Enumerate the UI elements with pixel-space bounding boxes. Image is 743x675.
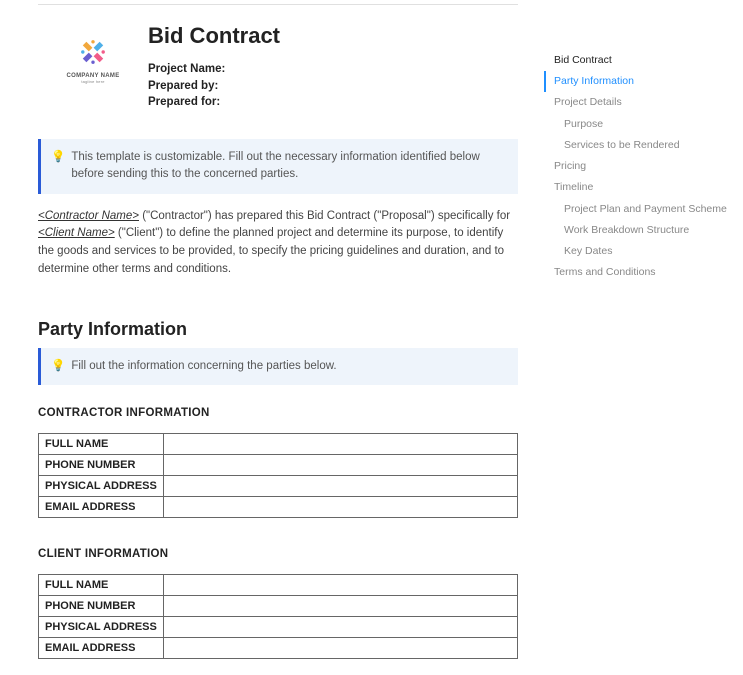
nav-party-information[interactable]: Party Information — [544, 71, 730, 92]
table-row: PHYSICAL ADDRESS — [39, 617, 518, 638]
lightbulb-icon: 💡 — [51, 149, 65, 184]
row-label: PHYSICAL ADDRESS — [39, 617, 164, 638]
callout-text: This template is customizable. Fill out … — [71, 149, 504, 184]
meta-prepared-by: Prepared by: — [148, 78, 540, 95]
row-label: PHYSICAL ADDRESS — [39, 476, 164, 497]
meta-project-name: Project Name: — [148, 61, 540, 78]
email-field[interactable] — [164, 638, 518, 659]
nav-timeline[interactable]: Timeline — [544, 177, 730, 198]
outline-nav: Bid Contract Party Information Project D… — [540, 0, 730, 659]
nav-work-breakdown[interactable]: Work Breakdown Structure — [544, 220, 730, 241]
row-label: FULL NAME — [39, 434, 164, 455]
document-title: Bid Contract — [148, 23, 540, 49]
table-row: EMAIL ADDRESS — [39, 638, 518, 659]
full-name-field[interactable] — [164, 434, 518, 455]
client-info-heading: CLIENT INFORMATION — [38, 548, 540, 560]
phone-field[interactable] — [164, 455, 518, 476]
header: COMPANY NAME tagline here Bid Contract P… — [38, 5, 540, 111]
email-field[interactable] — [164, 497, 518, 518]
row-label: FULL NAME — [39, 575, 164, 596]
table-row: PHONE NUMBER — [39, 596, 518, 617]
meta-prepared-for: Prepared for: — [148, 94, 540, 111]
nav-project-details[interactable]: Project Details — [544, 92, 730, 113]
callout-party-info: 💡 Fill out the information concerning th… — [38, 348, 518, 385]
document-main: COMPANY NAME tagline here Bid Contract P… — [0, 0, 540, 659]
full-name-field[interactable] — [164, 575, 518, 596]
logo-block: COMPANY NAME tagline here — [38, 23, 148, 84]
nav-pricing[interactable]: Pricing — [544, 156, 730, 177]
row-label: EMAIL ADDRESS — [39, 638, 164, 659]
nav-project-plan[interactable]: Project Plan and Payment Scheme — [544, 199, 730, 220]
intro-paragraph: <Contractor Name> ("Contractor") has pre… — [38, 208, 518, 279]
section-party-information: Party Information — [38, 319, 540, 340]
address-field[interactable] — [164, 476, 518, 497]
table-row: PHONE NUMBER — [39, 455, 518, 476]
lightbulb-icon: 💡 — [51, 358, 65, 375]
nav-purpose[interactable]: Purpose — [544, 114, 730, 135]
callout-customizable: 💡 This template is customizable. Fill ou… — [38, 139, 518, 194]
table-row: EMAIL ADDRESS — [39, 497, 518, 518]
row-label: PHONE NUMBER — [39, 455, 164, 476]
contractor-info-heading: CONTRACTOR INFORMATION — [38, 407, 540, 419]
table-row: PHYSICAL ADDRESS — [39, 476, 518, 497]
placeholder-contractor: <Contractor Name> — [38, 210, 139, 222]
table-row: FULL NAME — [39, 434, 518, 455]
contractor-table: FULL NAME PHONE NUMBER PHYSICAL ADDRESS … — [38, 433, 518, 518]
nav-key-dates[interactable]: Key Dates — [544, 241, 730, 262]
row-label: EMAIL ADDRESS — [39, 497, 164, 518]
address-field[interactable] — [164, 617, 518, 638]
company-tagline: tagline here — [81, 79, 104, 84]
company-logo-icon — [76, 35, 110, 69]
nav-services[interactable]: Services to be Rendered — [544, 135, 730, 156]
callout-text: Fill out the information concerning the … — [71, 358, 336, 375]
nav-bid-contract[interactable]: Bid Contract — [544, 50, 730, 71]
placeholder-client: <Client Name> — [38, 227, 115, 239]
table-row: FULL NAME — [39, 575, 518, 596]
nav-terms[interactable]: Terms and Conditions — [544, 262, 730, 283]
row-label: PHONE NUMBER — [39, 596, 164, 617]
phone-field[interactable] — [164, 596, 518, 617]
client-table: FULL NAME PHONE NUMBER PHYSICAL ADDRESS … — [38, 574, 518, 659]
